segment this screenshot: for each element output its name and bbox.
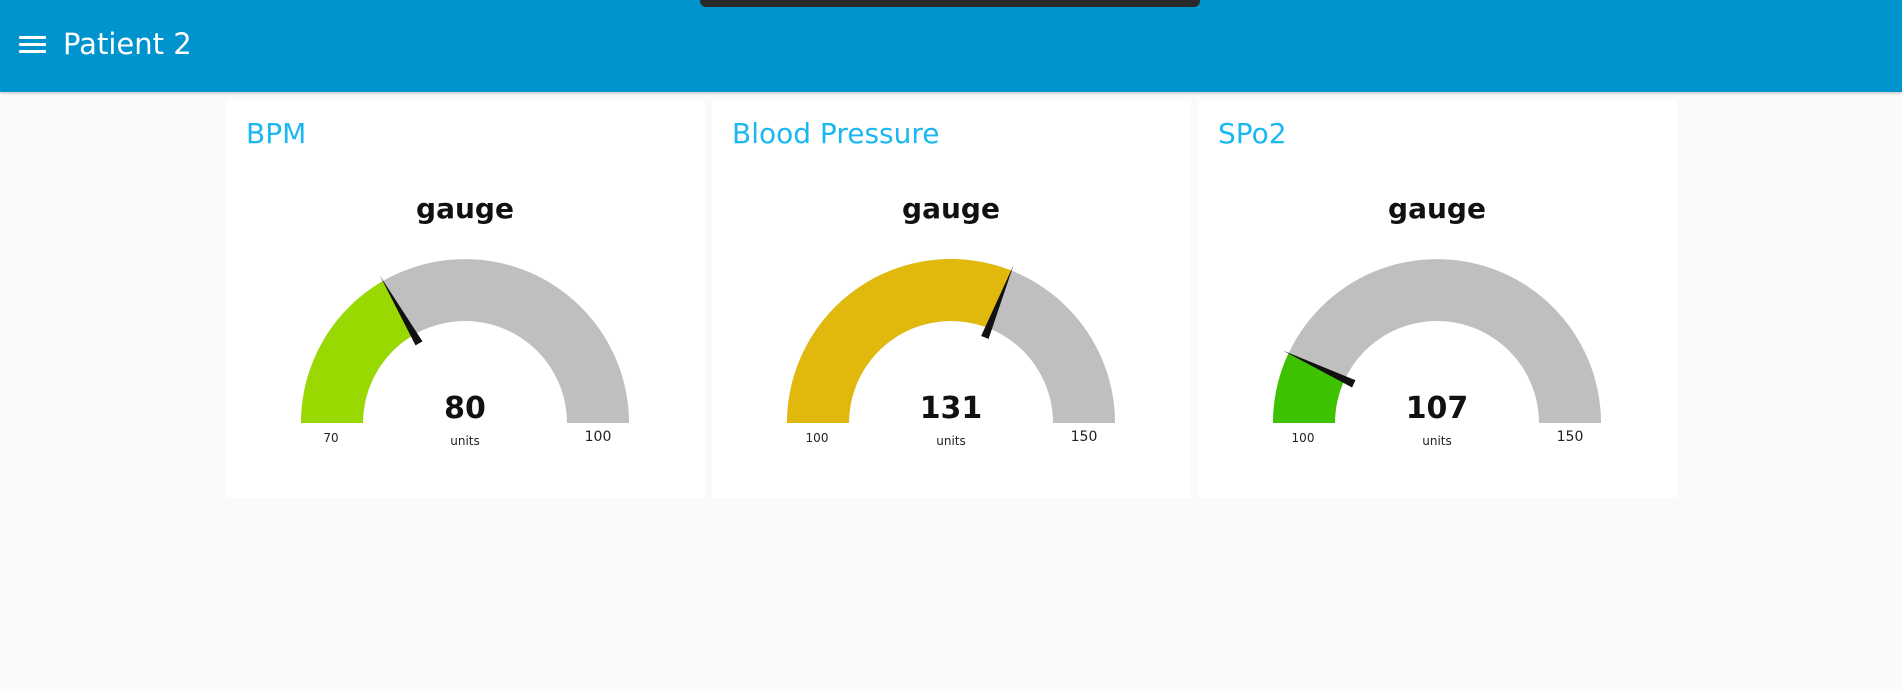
- gauge-min-label: 70: [323, 431, 338, 445]
- gauge-label: gauge: [1388, 192, 1486, 225]
- spo2-gauge: gauge 107 units 100 150: [1273, 192, 1601, 448]
- blood-pressure-card: Blood Pressure gauge 131 units 100 150: [712, 100, 1191, 498]
- gauge-value: 107: [1406, 391, 1469, 426]
- gauge-units: units: [936, 434, 966, 448]
- top-overlay-bar: [700, 0, 1200, 7]
- bpm-card: BPM gauge 80 units 70 100: [226, 100, 705, 498]
- gauge-max-label: 150: [1557, 429, 1584, 445]
- hamburger-menu-icon[interactable]: [16, 32, 50, 58]
- gauge-value: 80: [444, 391, 486, 426]
- gauge-value: 131: [920, 391, 983, 426]
- gauge-min-label: 100: [1292, 431, 1315, 445]
- gauge-cards-container: BPM gauge 80 units 70 100 Blood Pressure…: [0, 100, 1902, 500]
- blood-pressure-gauge: gauge 131 units 100 150: [787, 192, 1115, 448]
- bpm-gauge: gauge 80 units 70 100: [301, 192, 629, 448]
- gauge-label: gauge: [416, 192, 514, 225]
- gauge-label: gauge: [902, 192, 1000, 225]
- gauge-max-label: 150: [1071, 429, 1098, 445]
- gauge-max-label: 100: [585, 429, 612, 445]
- gauge-units: units: [450, 434, 480, 448]
- gauge-units: units: [1422, 434, 1452, 448]
- spo2-card: SPo2 gauge 107 units 100 150: [1198, 100, 1677, 498]
- page-title: Patient 2: [63, 27, 192, 61]
- gauge-min-label: 100: [806, 431, 829, 445]
- top-app-bar: Patient 2: [0, 0, 1902, 92]
